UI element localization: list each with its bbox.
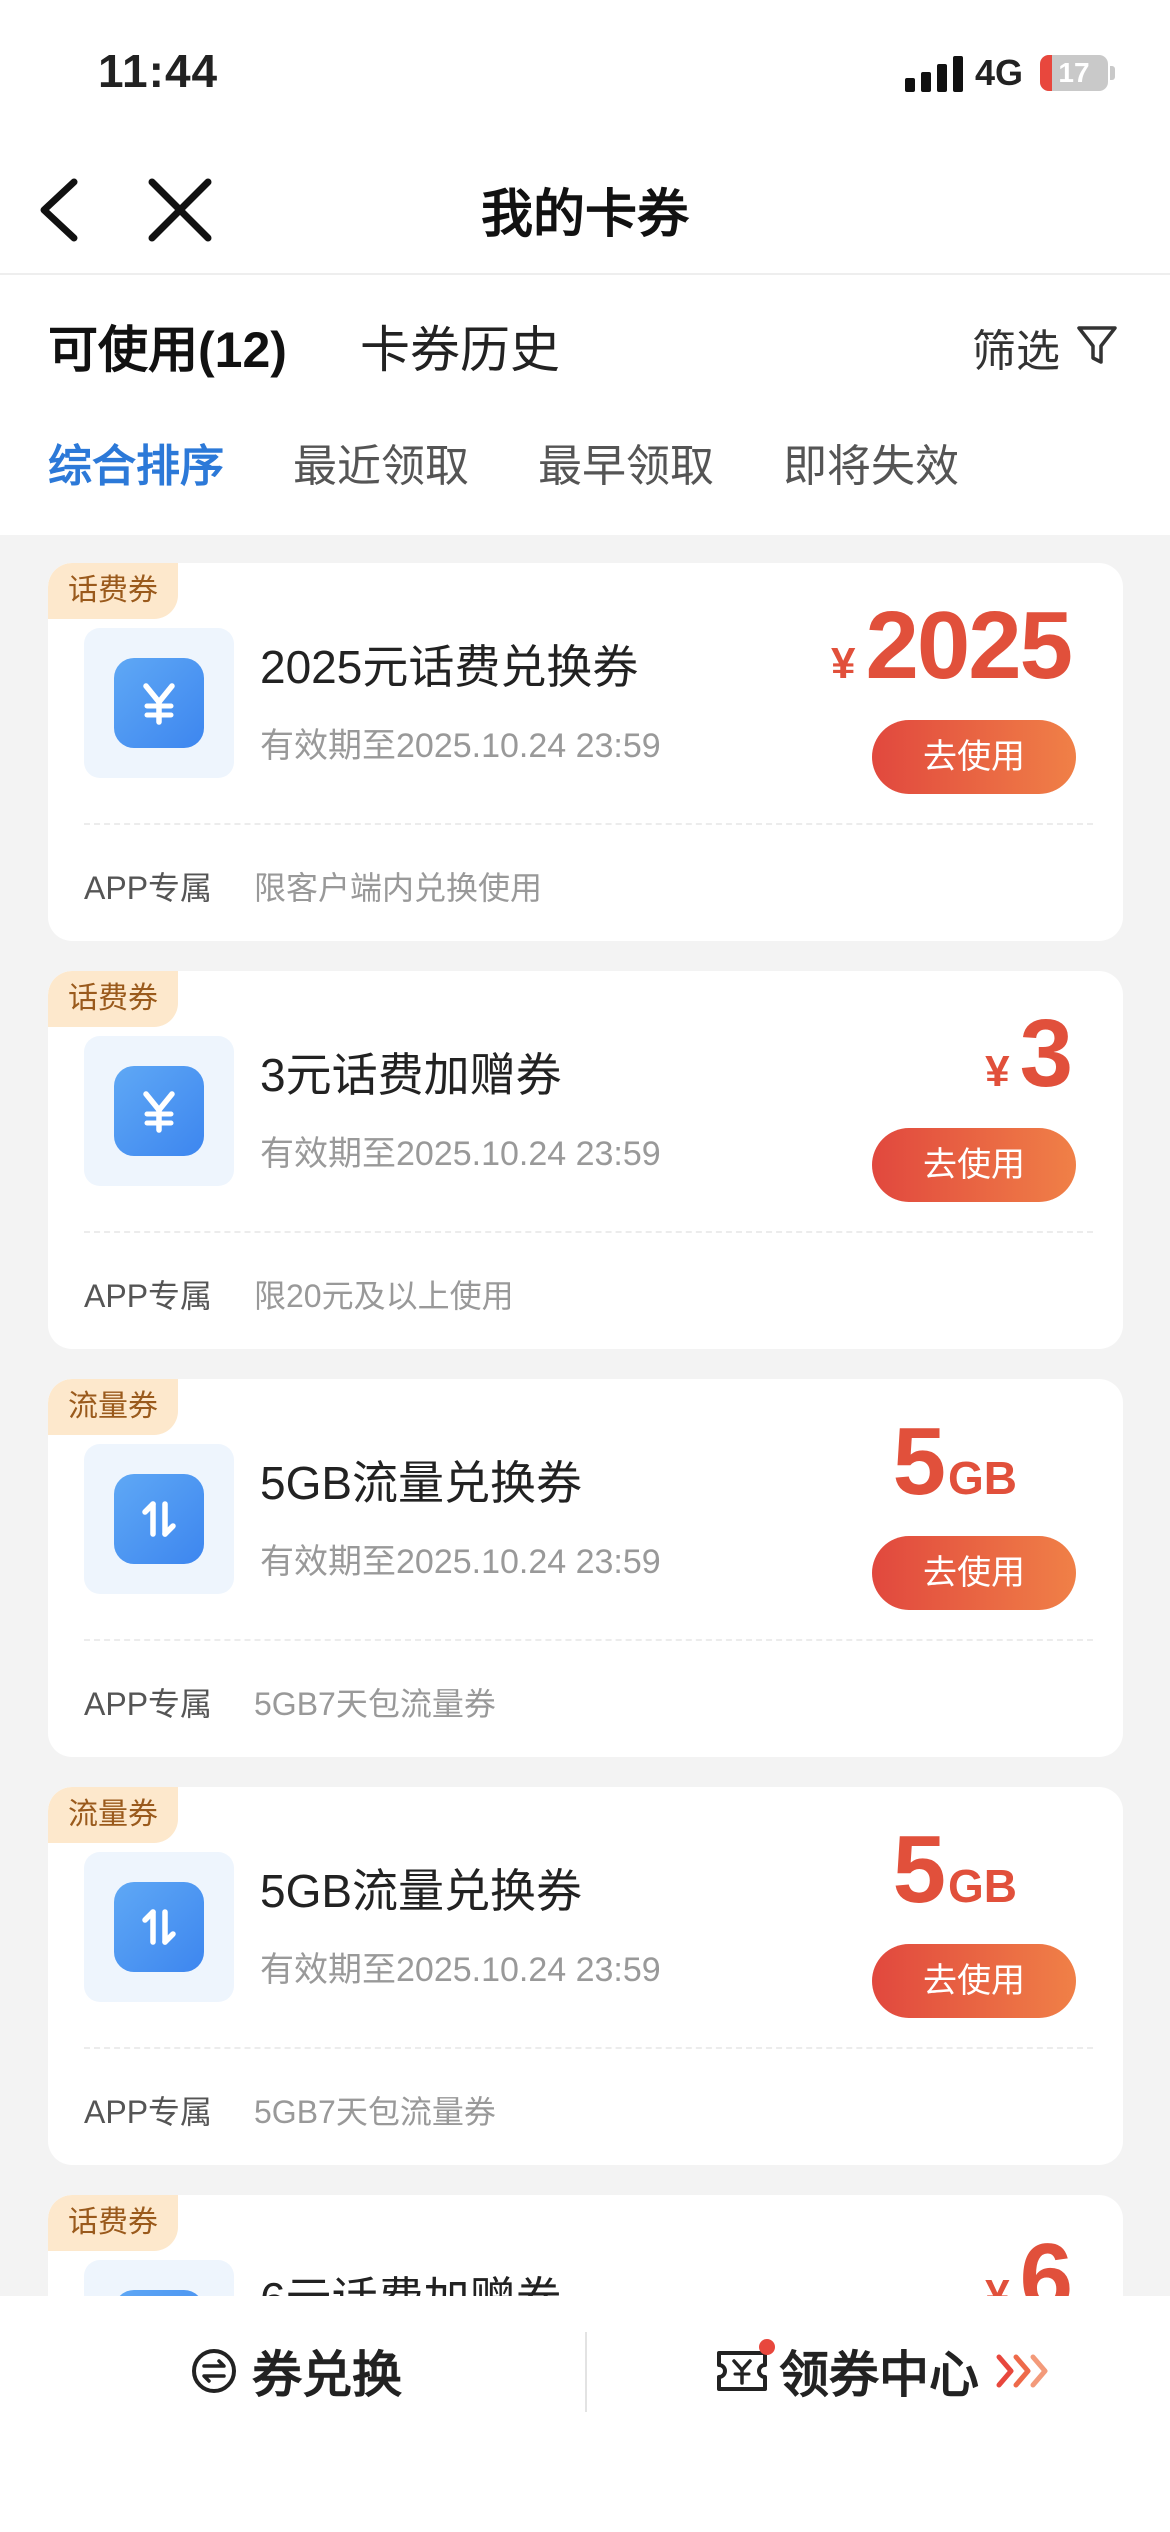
coupon-center-label: 领券中心 bbox=[779, 2347, 979, 2403]
status-bar: 11:44 4G 17 bbox=[0, 0, 1170, 140]
coupon-center-button[interactable]: 领券中心 bbox=[715, 2336, 1053, 2406]
nav-bar: 我的卡券 bbox=[0, 140, 1170, 275]
currency-symbol: ¥ bbox=[830, 639, 856, 688]
divider bbox=[84, 1231, 1093, 1233]
coupon-expiry: 有效期至2025.10.24 23:59 bbox=[260, 1951, 661, 1989]
coupon-icon-box bbox=[84, 1444, 234, 1594]
divider bbox=[84, 2047, 1093, 2049]
coupon-desc: 5GB7天包流量券 bbox=[254, 1686, 496, 1722]
signal-icon bbox=[905, 56, 963, 92]
coupon-expiry: 有效期至2025.10.24 23:59 bbox=[260, 727, 661, 765]
coupon-title: 5GB流量兑换券 bbox=[260, 1457, 583, 1509]
coupon-card[interactable]: 流量券 5GB流量兑换券 有效期至2025.10.24 23:59 5GB 去使… bbox=[48, 1379, 1123, 1757]
divider bbox=[84, 1639, 1093, 1641]
coupon-tag: APP专属 bbox=[84, 1278, 213, 1314]
coupon-amount: ¥3 bbox=[985, 999, 1075, 1109]
chevron-right-icon bbox=[996, 2354, 1048, 2388]
coupon-tag: APP专属 bbox=[84, 870, 213, 906]
coupon-value: 5 bbox=[892, 1408, 946, 1515]
coupon-amount: ¥2025 bbox=[831, 591, 1075, 701]
coupon-value: 3 bbox=[1019, 1000, 1073, 1107]
data-transfer-icon bbox=[142, 1909, 176, 1945]
coupon-card[interactable]: 流量券 5GB流量兑换券 有效期至2025.10.24 23:59 5GB 去使… bbox=[48, 1787, 1123, 2165]
sort-expiring[interactable]: 即将失效 bbox=[783, 430, 959, 494]
coupon-value: 5 bbox=[892, 1816, 946, 1923]
sort-recent[interactable]: 最近领取 bbox=[293, 430, 469, 494]
filter-button[interactable]: 筛选 bbox=[972, 315, 1060, 379]
coupon-card[interactable]: 话费券 2025元话费兑换券 有效期至2025.10.24 23:59 ¥202… bbox=[48, 563, 1123, 941]
battery-tip bbox=[1110, 66, 1115, 80]
sort-earliest[interactable]: 最早领取 bbox=[538, 430, 714, 494]
battery-icon: 17 bbox=[1040, 55, 1108, 91]
currency-symbol: ¥ bbox=[985, 1047, 1010, 1096]
coupon-unit: GB bbox=[948, 1452, 1017, 1504]
battery-level: 17 bbox=[1058, 57, 1090, 88]
exchange-label: 券兑换 bbox=[252, 2347, 402, 2403]
use-button[interactable]: 去使用 bbox=[872, 1536, 1076, 1610]
use-button[interactable]: 去使用 bbox=[872, 1944, 1076, 2018]
coupon-desc: 限20元及以上使用 bbox=[254, 1278, 514, 1314]
use-button[interactable]: 去使用 bbox=[872, 1128, 1076, 1202]
tab-history[interactable]: 卡券历史 bbox=[360, 310, 560, 382]
page-title: 我的卡券 bbox=[480, 186, 689, 244]
coupon-icon-box bbox=[84, 1036, 234, 1186]
tab-available[interactable]: 可使用(12) bbox=[48, 310, 287, 382]
coupon-title: 5GB流量兑换券 bbox=[260, 1865, 583, 1917]
divider bbox=[585, 2332, 587, 2412]
coupon-title: 3元话费加赠券 bbox=[260, 1049, 562, 1101]
yuan-icon bbox=[143, 683, 175, 725]
coupon-expiry: 有效期至2025.10.24 23:59 bbox=[260, 1135, 661, 1173]
coupon-card[interactable]: 话费券 3元话费加赠券 有效期至2025.10.24 23:59 ¥3 去使用 … bbox=[48, 971, 1123, 1349]
exchange-button[interactable]: 券兑换 bbox=[190, 2336, 402, 2406]
coupon-expiry: 有效期至2025.10.24 23:59 bbox=[260, 1543, 661, 1581]
network-type: 4G bbox=[975, 52, 1024, 93]
coupon-icon-box bbox=[84, 1852, 234, 2002]
sort-comprehensive[interactable]: 综合排序 bbox=[48, 430, 224, 494]
bottom-bar: 券兑换 领券中心 bbox=[0, 2296, 1170, 2532]
exchange-icon bbox=[192, 2349, 236, 2393]
ticket-icon bbox=[715, 2339, 775, 2395]
coupon-desc: 限客户端内兑换使用 bbox=[254, 870, 543, 906]
coupon-type-badge: 流量券 bbox=[48, 1787, 178, 1843]
coupon-type-badge: 流量券 bbox=[48, 1379, 178, 1435]
coupon-type-badge: 话费券 bbox=[48, 563, 178, 619]
coupon-icon-box bbox=[84, 628, 234, 778]
coupon-tag: APP专属 bbox=[84, 2094, 213, 2130]
divider bbox=[84, 823, 1093, 825]
status-time: 11:44 bbox=[98, 45, 219, 97]
coupon-type-badge: 话费券 bbox=[48, 2195, 178, 2251]
coupon-amount: 5GB bbox=[883, 1407, 1017, 1517]
data-transfer-icon bbox=[142, 1501, 176, 1537]
coupon-value: 2025 bbox=[865, 592, 1073, 699]
notification-dot bbox=[759, 2339, 775, 2355]
coupon-amount: 5GB bbox=[883, 1815, 1017, 1925]
coupon-type-badge: 话费券 bbox=[48, 971, 178, 1027]
coupon-tag: APP专属 bbox=[84, 1686, 213, 1722]
coupon-title: 2025元话费兑换券 bbox=[260, 641, 639, 693]
yuan-icon bbox=[143, 1091, 175, 1133]
coupon-unit: GB bbox=[948, 1860, 1017, 1912]
filter-icon[interactable] bbox=[1075, 322, 1119, 368]
use-button[interactable]: 去使用 bbox=[872, 720, 1076, 794]
coupon-desc: 5GB7天包流量券 bbox=[254, 2094, 496, 2130]
